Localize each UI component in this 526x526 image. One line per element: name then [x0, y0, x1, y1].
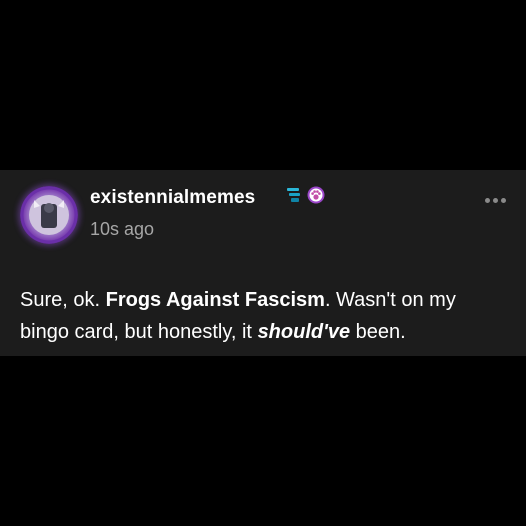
post-body-text: Sure, ok. Frogs Against Fascism. Wasn't … — [20, 284, 510, 348]
post-text-bold-italic: should've — [257, 321, 351, 343]
username[interactable]: existennialmemes — [90, 187, 255, 209]
purple-paw-badge-icon[interactable] — [307, 186, 325, 204]
ellipsis-icon — [501, 198, 506, 203]
post-text-segment: been. — [350, 321, 406, 343]
ellipsis-icon — [493, 198, 498, 203]
post-timestamp: 10s ago — [90, 219, 155, 239]
avatar-image-icon — [20, 186, 78, 244]
avatar[interactable] — [20, 186, 78, 244]
teal-bars-badge-icon[interactable] — [285, 186, 303, 204]
post-text-segment: Sure, ok. — [20, 289, 106, 311]
screenshot-stage: existennialmemes 10s ago Sure, ok. Frogs… — [0, 0, 526, 526]
post-text-bold: Frogs Against Fascism — [105, 289, 325, 311]
post-card: existennialmemes 10s ago Sure, ok. Frogs… — [0, 170, 526, 356]
user-badges — [285, 186, 325, 204]
ellipsis-icon — [485, 198, 490, 203]
more-options-button[interactable] — [485, 198, 506, 203]
